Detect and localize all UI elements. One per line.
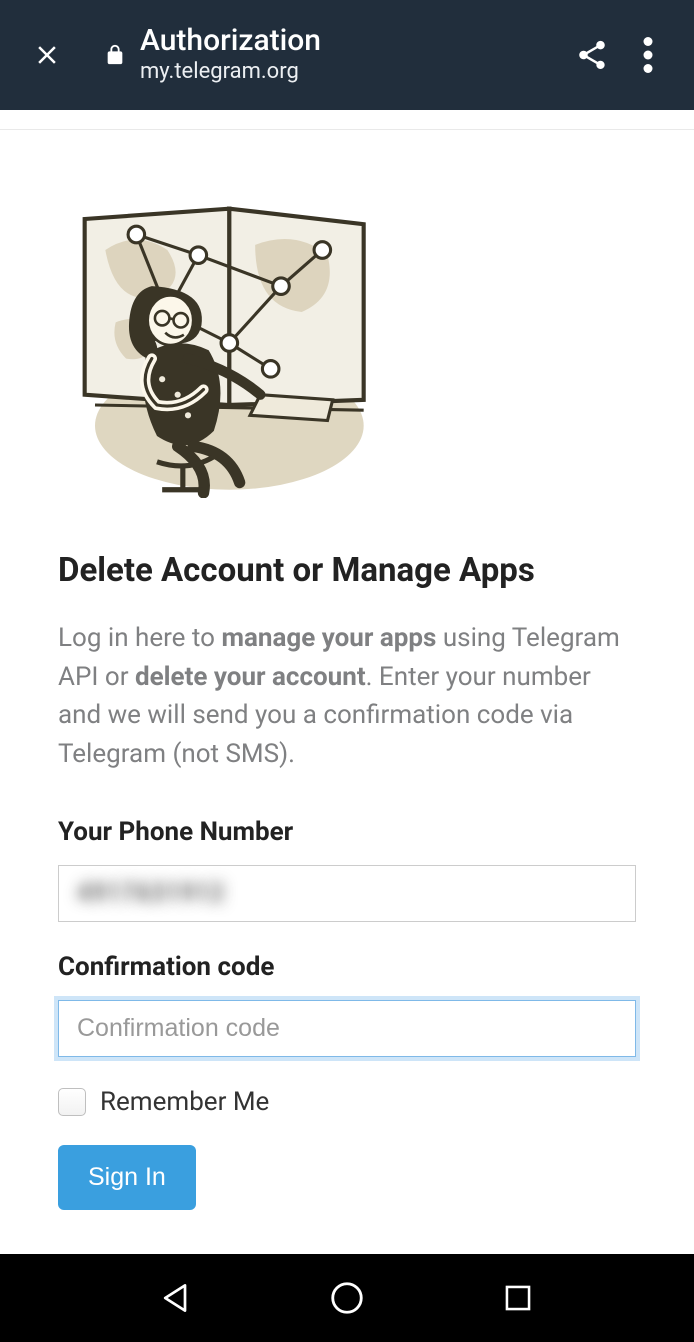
sign-in-button[interactable]: Sign In <box>58 1145 196 1210</box>
close-button[interactable] <box>22 30 72 80</box>
remember-me-row: Remember Me <box>58 1087 636 1117</box>
phone-field-group: Your Phone Number 4917631912 <box>58 817 636 922</box>
overflow-menu-button[interactable] <box>620 27 676 83</box>
remember-me-checkbox[interactable] <box>58 1088 86 1116</box>
close-icon <box>32 40 62 70</box>
intro-bold-2: delete your account <box>135 662 366 692</box>
page-heading: Delete Account or Manage Apps <box>58 550 636 591</box>
nav-home-button[interactable] <box>319 1270 375 1326</box>
phone-label: Your Phone Number <box>58 817 636 847</box>
page-identity: Authorization my.telegram.org <box>140 24 321 85</box>
system-nav-bar <box>0 1254 694 1342</box>
back-triangle-icon <box>158 1280 194 1316</box>
recent-square-icon <box>501 1281 535 1315</box>
intro-text: Log in here to manage your apps using Te… <box>58 619 636 773</box>
page-url-text: my.telegram.org <box>140 59 321 85</box>
page-title-text: Authorization <box>140 24 321 57</box>
code-label: Confirmation code <box>58 952 636 982</box>
phone-input[interactable]: 4917631912 <box>58 865 636 922</box>
telegram-illustration <box>64 188 374 498</box>
confirmation-code-input[interactable] <box>58 1000 636 1057</box>
phone-value: 4917631912 <box>77 879 225 908</box>
main-content: Delete Account or Manage Apps Log in her… <box>0 130 694 1210</box>
nav-back-button[interactable] <box>148 1270 204 1326</box>
intro-part-1: Log in here to <box>58 623 221 653</box>
site-security <box>104 42 126 68</box>
home-circle-icon <box>328 1279 366 1317</box>
remember-me-label: Remember Me <box>100 1087 269 1117</box>
intro-bold-1: manage your apps <box>221 623 436 653</box>
share-icon <box>575 38 609 72</box>
lock-icon <box>104 42 126 68</box>
header-divider <box>0 110 694 130</box>
share-button[interactable] <box>564 27 620 83</box>
more-vert-icon <box>643 37 653 73</box>
code-field-group: Confirmation code <box>58 952 636 1057</box>
nav-recent-button[interactable] <box>490 1270 546 1326</box>
browser-top-bar: Authorization my.telegram.org <box>0 0 694 110</box>
